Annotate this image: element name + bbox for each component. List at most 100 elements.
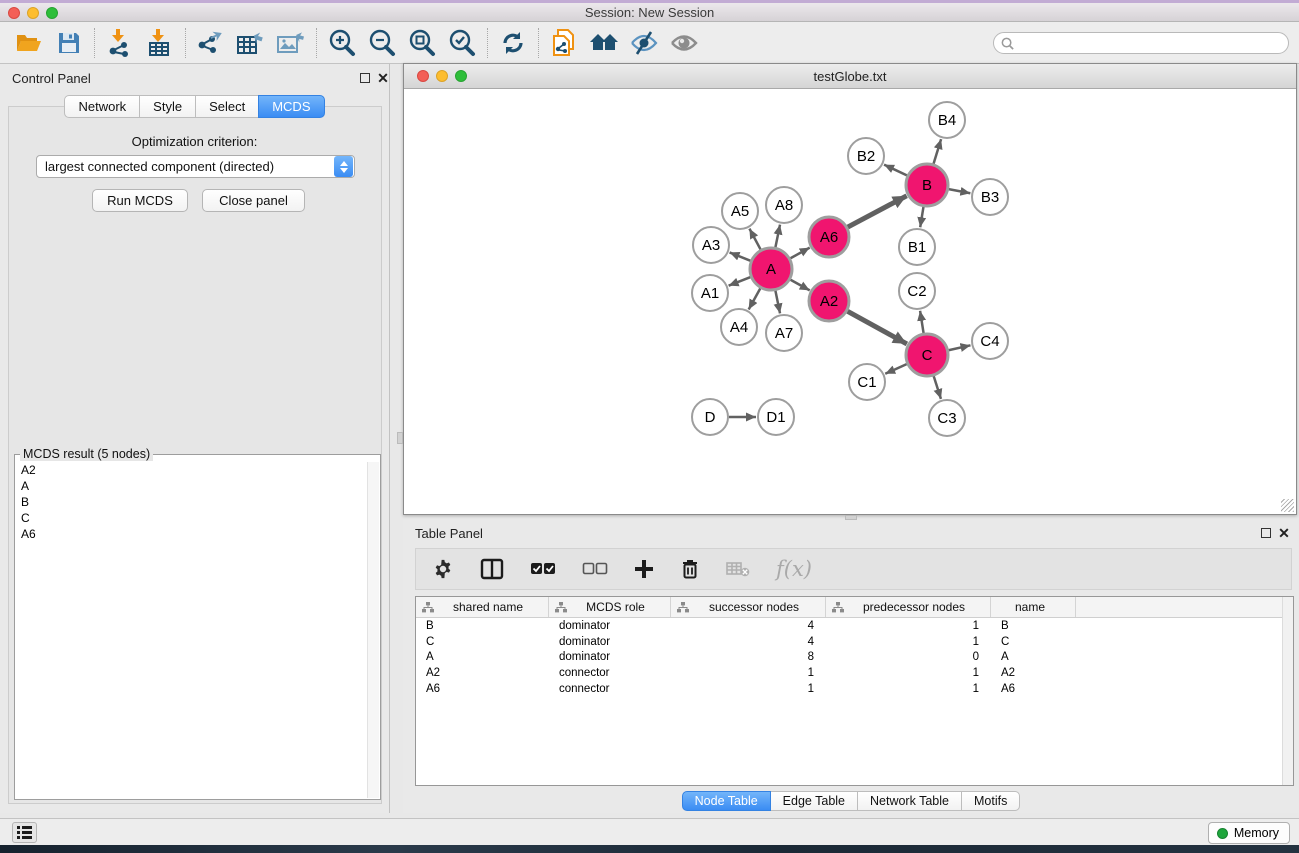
- search-field[interactable]: [993, 32, 1289, 54]
- graph-edge-A-A3[interactable]: [730, 252, 751, 260]
- graph-edge-A-A7[interactable]: [775, 291, 780, 314]
- table-row[interactable]: Adominator80A: [416, 650, 1293, 666]
- graph-node-A5[interactable]: A5: [722, 193, 758, 229]
- import-network-icon[interactable]: [103, 26, 137, 60]
- graph-node-A3[interactable]: A3: [693, 227, 729, 263]
- window-resize-grip[interactable]: [1281, 499, 1294, 512]
- graph-edge-B-B3[interactable]: [949, 189, 971, 193]
- graph-node-B4[interactable]: B4: [929, 102, 965, 138]
- graph-edge-A-A2[interactable]: [790, 280, 809, 291]
- column-header-predecessor-nodes[interactable]: predecessor nodes: [826, 597, 991, 617]
- open-file-icon[interactable]: [12, 26, 46, 60]
- table-row[interactable]: A6connector11A6: [416, 681, 1293, 697]
- add-column-icon[interactable]: [634, 559, 654, 579]
- table-scrollbar[interactable]: [1282, 597, 1293, 785]
- mcds-result-item[interactable]: B: [16, 494, 366, 510]
- graph-node-A7[interactable]: A7: [766, 315, 802, 351]
- graph-node-C1[interactable]: C1: [849, 364, 885, 400]
- run-mcds-button[interactable]: Run MCDS: [92, 189, 188, 212]
- table-close-panel-icon[interactable]: ✕: [1277, 526, 1291, 540]
- graph-node-B3[interactable]: B3: [972, 179, 1008, 215]
- graph-edge-C-C3[interactable]: [934, 376, 941, 399]
- column-header-mcds-role[interactable]: MCDS role: [549, 597, 671, 617]
- zoom-selected-icon[interactable]: [445, 26, 479, 60]
- graph-edge-A-A8[interactable]: [775, 225, 780, 248]
- select-all-columns-icon[interactable]: [530, 562, 556, 576]
- graph-edge-C-C1[interactable]: [885, 364, 907, 374]
- zoom-out-icon[interactable]: [365, 26, 399, 60]
- zoom-in-icon[interactable]: [325, 26, 359, 60]
- tab-network[interactable]: Network: [64, 95, 140, 118]
- table-mode-gear-icon[interactable]: [432, 558, 454, 580]
- graph-edge-A-A4[interactable]: [749, 288, 761, 309]
- graph-node-A2[interactable]: A2: [809, 281, 849, 321]
- graph-node-A4[interactable]: A4: [721, 309, 757, 345]
- zoom-fit-icon[interactable]: [405, 26, 439, 60]
- table-tab-edge-table[interactable]: Edge Table: [770, 791, 858, 811]
- close-panel-button[interactable]: Close panel: [202, 189, 305, 212]
- table-float-panel-icon[interactable]: [1259, 526, 1273, 540]
- graph-node-C3[interactable]: C3: [929, 400, 965, 436]
- graph-node-D[interactable]: D: [692, 399, 728, 435]
- table-tab-node-table[interactable]: Node Table: [682, 791, 771, 811]
- memory-button[interactable]: Memory: [1208, 822, 1290, 844]
- search-input[interactable]: [1015, 34, 1288, 52]
- column-header-shared-name[interactable]: shared name: [416, 597, 549, 617]
- export-network-icon[interactable]: [194, 26, 228, 60]
- graph-node-A6[interactable]: A6: [809, 217, 849, 257]
- show-all-eye-icon[interactable]: [667, 26, 701, 60]
- graph-node-C[interactable]: C: [906, 334, 948, 376]
- result-list-scrollbar[interactable]: [367, 462, 379, 798]
- home-icon[interactable]: [587, 26, 621, 60]
- graph-node-D1[interactable]: D1: [758, 399, 794, 435]
- graph-node-A8[interactable]: A8: [766, 187, 802, 223]
- close-panel-icon[interactable]: ✕: [376, 71, 390, 85]
- table-tab-network-table[interactable]: Network Table: [857, 791, 962, 811]
- mcds-result-item[interactable]: A: [16, 478, 366, 494]
- graph-node-B2[interactable]: B2: [848, 138, 884, 174]
- network-canvas[interactable]: B4 B2 B B3 A5A8A6 A3 B1 A A1 A2 C2 A4A7 C C4 C1 C3 D D1: [404, 89, 1296, 514]
- graph-edge-A-A1[interactable]: [729, 277, 751, 286]
- hide-selected-eye-slash-icon[interactable]: [627, 26, 661, 60]
- column-header-successor-nodes[interactable]: successor nodes: [671, 597, 826, 617]
- graph-node-C2[interactable]: C2: [899, 273, 935, 309]
- mcds-result-item[interactable]: A2: [16, 462, 366, 478]
- float-panel-icon[interactable]: [358, 71, 372, 85]
- table-tab-motifs[interactable]: Motifs: [961, 791, 1020, 811]
- mcds-result-item[interactable]: C: [16, 510, 366, 526]
- graph-edge-A2-C[interactable]: [847, 311, 906, 344]
- import-table-icon[interactable]: [143, 26, 177, 60]
- graph-edge-C-C2[interactable]: [920, 311, 924, 334]
- graph-edge-B-B2[interactable]: [884, 165, 907, 176]
- mcds-result-item[interactable]: A6: [16, 526, 366, 542]
- export-image-icon[interactable]: [274, 26, 308, 60]
- tab-mcds[interactable]: MCDS: [258, 95, 324, 118]
- table-row[interactable]: Bdominator41B: [416, 618, 1293, 634]
- clone-network-icon[interactable]: [547, 26, 581, 60]
- split-columns-icon[interactable]: [480, 558, 504, 580]
- graph-edge-B-B4[interactable]: [933, 139, 941, 164]
- table-row[interactable]: Cdominator41C: [416, 634, 1293, 650]
- tab-style[interactable]: Style: [139, 95, 196, 118]
- graph-node-C4[interactable]: C4: [972, 323, 1008, 359]
- column-header-name[interactable]: name: [991, 597, 1076, 617]
- save-session-icon[interactable]: [52, 26, 86, 60]
- unselect-all-columns-icon[interactable]: [582, 562, 608, 576]
- graph-edge-B-B1[interactable]: [920, 207, 923, 228]
- graph-node-A[interactable]: A: [750, 248, 792, 290]
- graph-edge-A6-B[interactable]: [848, 196, 907, 227]
- graph-node-A1[interactable]: A1: [692, 275, 728, 311]
- graph-node-B[interactable]: B: [906, 164, 948, 206]
- graph-node-B1[interactable]: B1: [899, 229, 935, 265]
- graph-edge-A-A5[interactable]: [749, 229, 760, 250]
- delete-column-trash-icon[interactable]: [680, 558, 700, 580]
- refresh-icon[interactable]: [496, 26, 530, 60]
- optimization-criterion-dropdown[interactable]: largest connected component (directed): [36, 155, 355, 178]
- graph-edge-A-A6[interactable]: [790, 248, 809, 259]
- export-table-icon[interactable]: [234, 26, 268, 60]
- tab-select[interactable]: Select: [195, 95, 259, 118]
- graph-edge-C-C4[interactable]: [948, 345, 970, 350]
- task-history-button[interactable]: [12, 822, 37, 843]
- split-divider-handle-vertical[interactable]: [397, 432, 403, 444]
- table-row[interactable]: A2connector11A2: [416, 665, 1293, 681]
